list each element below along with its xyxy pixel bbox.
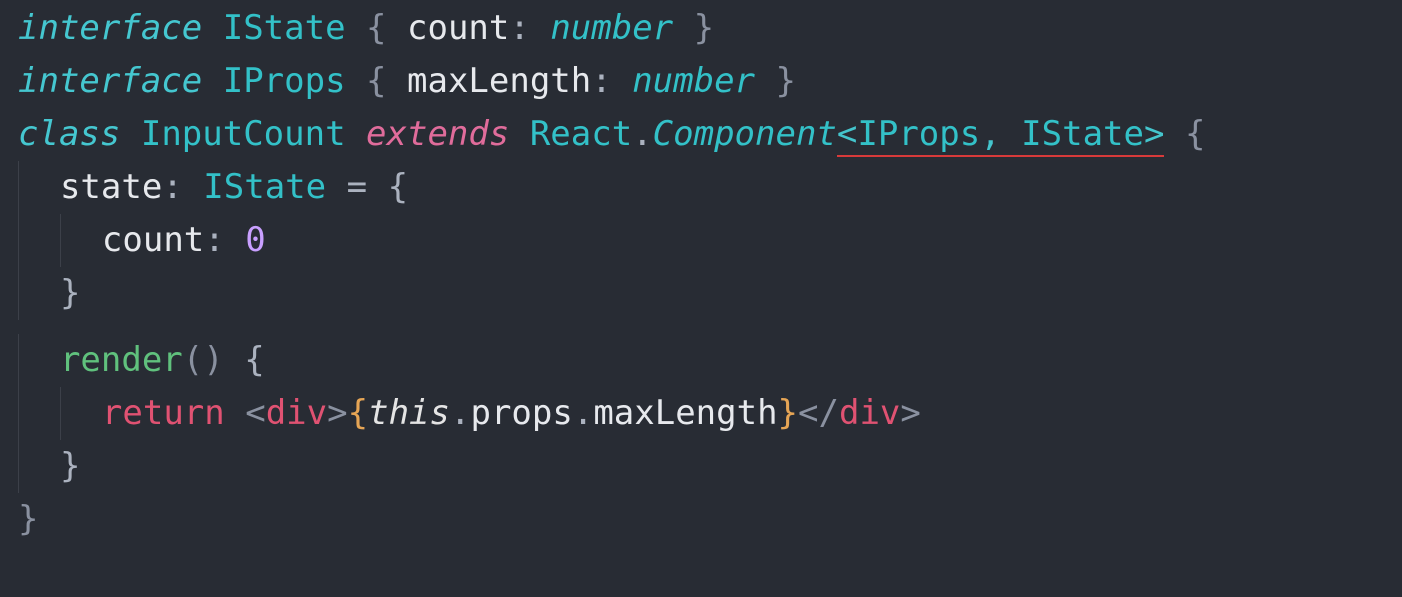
code-token: > (900, 393, 920, 433)
code-token: state (60, 167, 162, 207)
code-token: () (183, 340, 224, 380)
code-token: div (839, 393, 900, 433)
code-token (673, 8, 693, 48)
code-token (755, 61, 775, 101)
code-token: , (980, 114, 1000, 157)
code-token (202, 61, 222, 101)
code-token: > (327, 393, 347, 433)
code-token (387, 8, 407, 48)
code-token (346, 61, 366, 101)
code-token (1001, 114, 1021, 157)
code-token: IState (1021, 114, 1144, 157)
code-line: } (18, 440, 1384, 493)
code-editor[interactable]: interface IState { count: number }interf… (0, 0, 1402, 554)
indent-guide (18, 440, 19, 493)
indent-guide (60, 387, 61, 440)
code-token: } (776, 61, 796, 101)
code-token: count (102, 220, 204, 260)
code-token (225, 220, 245, 260)
code-line: } (18, 267, 1384, 320)
code-token: React (530, 114, 632, 154)
code-token: class (18, 114, 120, 154)
indent-guide (18, 214, 19, 267)
code-token: : (509, 8, 529, 48)
code-token (224, 340, 244, 380)
code-line: return <div>{this.props.maxLength}</div> (18, 387, 1384, 440)
code-token: div (266, 393, 327, 433)
code-token (530, 8, 550, 48)
code-token: 0 (245, 220, 265, 260)
code-token: . (450, 393, 470, 433)
code-token (326, 167, 346, 207)
code-line: render() { (18, 334, 1384, 387)
code-token (183, 167, 203, 207)
code-token: interface (18, 61, 202, 101)
code-token: > (1144, 114, 1164, 157)
code-line: count: 0 (18, 214, 1384, 267)
indent-guide (18, 267, 19, 320)
code-token: IState (223, 8, 346, 48)
code-token: </ (798, 393, 839, 433)
code-token: { (244, 340, 264, 380)
code-token: { (1185, 114, 1205, 154)
code-blank-line (18, 320, 1384, 334)
indent-guide (18, 387, 19, 440)
code-token: interface (18, 8, 202, 48)
code-token: number (632, 61, 755, 101)
code-token: < (245, 393, 265, 433)
code-token: this (368, 393, 450, 433)
code-token: < (837, 114, 857, 157)
code-token: IState (203, 167, 326, 207)
code-token: render (60, 340, 183, 380)
code-token (346, 114, 366, 154)
code-token: . (573, 393, 593, 433)
code-token: return (102, 393, 225, 433)
code-token: count (407, 8, 509, 48)
indent-guide (60, 214, 61, 267)
code-token (346, 8, 366, 48)
code-token (202, 8, 222, 48)
code-token: maxLength (407, 61, 591, 101)
code-token: : (162, 167, 182, 207)
code-line: class InputCount extends React.Component… (18, 108, 1384, 161)
code-token: { (366, 61, 386, 101)
code-token: IProps (223, 61, 346, 101)
code-token: } (694, 8, 714, 48)
code-token (387, 61, 407, 101)
code-token: InputCount (141, 114, 346, 154)
code-token: . (632, 114, 652, 154)
code-token: : (204, 220, 224, 260)
code-token (367, 167, 387, 207)
code-token: { (388, 167, 408, 207)
code-line: interface IState { count: number } (18, 2, 1384, 55)
code-token: { (366, 8, 386, 48)
code-token: Component (653, 114, 837, 154)
indent-guide (18, 334, 19, 387)
code-token: } (60, 273, 80, 313)
code-token (225, 393, 245, 433)
code-token: : (591, 61, 611, 101)
code-token (509, 114, 529, 154)
code-line: state: IState = { (18, 161, 1384, 214)
code-token (1164, 114, 1184, 154)
code-token: IProps (857, 114, 980, 157)
code-token: } (778, 393, 798, 433)
code-token: = (347, 167, 367, 207)
code-token (120, 114, 140, 154)
code-token: extends (366, 114, 509, 154)
code-token: maxLength (593, 393, 777, 433)
code-token: props (470, 393, 572, 433)
code-token: } (60, 446, 80, 486)
code-token (612, 61, 632, 101)
code-token: } (18, 499, 38, 539)
code-token: { (348, 393, 368, 433)
code-line: } (18, 493, 1384, 546)
indent-guide (18, 161, 19, 214)
code-token: number (550, 8, 673, 48)
code-line: interface IProps { maxLength: number } (18, 55, 1384, 108)
